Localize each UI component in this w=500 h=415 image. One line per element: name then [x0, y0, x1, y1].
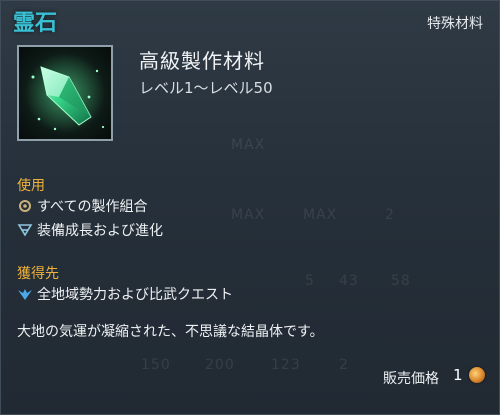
crafting-tools-icon — [19, 200, 31, 212]
background-text: 5 — [305, 273, 315, 289]
usage-line-text: すべての製作組合 — [37, 199, 148, 215]
item-tooltip: MAX MAX MAX 2 5 43 58 150 200 123 2 霊石 特… — [0, 0, 500, 415]
item-icon-frame — [17, 45, 113, 141]
acquire-heading: 獲得先 — [17, 266, 59, 282]
item-description: 大地の気運が凝縮された、不思議な結晶体です。 — [17, 324, 324, 340]
background-text: 2 — [385, 207, 395, 223]
sell-price-label: 販売価格 — [383, 371, 439, 387]
acquire-line: 全地域勢力および比武クエスト — [17, 284, 233, 304]
background-text: 2 — [339, 357, 349, 373]
coin-icon — [469, 367, 485, 383]
item-category: 特殊材料 — [427, 16, 483, 32]
usage-line-text: 装備成長および進化 — [37, 223, 163, 239]
background-text: 150 — [141, 357, 171, 373]
usage-heading: 使用 — [17, 178, 45, 194]
background-text: MAX — [303, 207, 338, 223]
acquire-line-text: 全地域勢力および比武クエスト — [37, 287, 233, 303]
background-text: 200 — [205, 357, 235, 373]
green-crystal-icon — [25, 53, 105, 133]
quest-wing-icon — [18, 289, 32, 300]
background-text: MAX — [231, 207, 266, 223]
background-text: MAX — [231, 137, 266, 153]
usage-line: 装備成長および進化 — [17, 220, 163, 240]
usage-line: すべての製作組合 — [17, 196, 147, 216]
sell-price-value: 1 — [453, 366, 463, 384]
item-level-range: レベル1～レベル50 — [139, 79, 273, 97]
item-title: 霊石 — [13, 11, 58, 36]
background-text: 123 — [271, 357, 301, 373]
item-name: 高級製作材料 — [139, 49, 265, 73]
background-text: 43 — [339, 273, 359, 289]
equipment-growth-icon — [17, 224, 33, 237]
background-text: 58 — [391, 273, 411, 289]
